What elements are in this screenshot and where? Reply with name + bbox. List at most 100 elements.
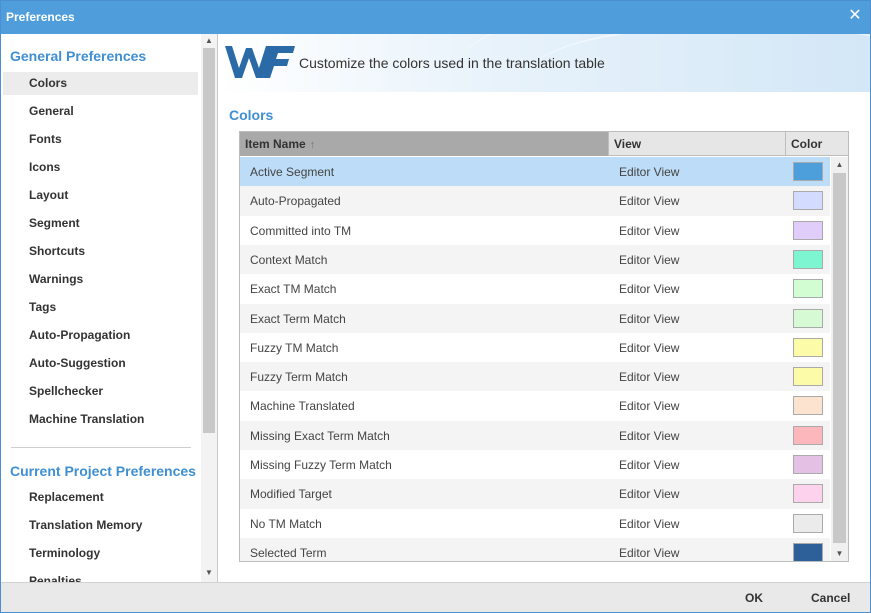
- scroll-up-arrow-icon[interactable]: ▲: [831, 158, 848, 172]
- sidebar-item-segment[interactable]: Segment: [3, 212, 198, 235]
- table-row[interactable]: Active Segment Editor View: [240, 157, 830, 187]
- table-row[interactable]: Selected Term Editor View: [240, 537, 830, 561]
- color-swatch[interactable]: [793, 337, 823, 357]
- sidebar-item-penalties[interactable]: Penalties: [3, 570, 198, 582]
- close-icon[interactable]: ✕: [846, 6, 864, 26]
- column-header-label: Item Name: [245, 137, 306, 151]
- table-row[interactable]: Committed into TM Editor View: [240, 216, 830, 245]
- table-body: Active Segment Editor View Auto-Propagated…: [240, 157, 830, 561]
- sidebar-item-colors[interactable]: Colors: [3, 72, 198, 95]
- view-cell: Editor View: [619, 340, 680, 355]
- table-scrollbar-thumb[interactable]: [833, 173, 846, 543]
- table-row[interactable]: Fuzzy TM Match Editor View: [240, 333, 830, 362]
- table-row[interactable]: Fuzzy Term Match Editor View: [240, 362, 830, 392]
- item-name-cell: Context Match: [250, 252, 328, 267]
- view-cell: Editor View: [619, 428, 680, 443]
- view-cell: Editor View: [619, 487, 680, 502]
- color-swatch[interactable]: [793, 513, 823, 533]
- sidebar-scrollbar-thumb[interactable]: [203, 48, 215, 433]
- color-swatch[interactable]: [793, 249, 823, 269]
- table-row[interactable]: Auto-Propagated Editor View: [240, 186, 830, 216]
- view-cell: Editor View: [619, 282, 680, 297]
- dialog-title: Preferences: [6, 10, 75, 24]
- table-header: Item Name ↑ View Color: [240, 132, 848, 156]
- column-header-item-name[interactable]: Item Name ↑: [240, 132, 609, 156]
- table-row[interactable]: Context Match Editor View: [240, 244, 830, 275]
- sidebar-item-auto-suggestion[interactable]: Auto-Suggestion: [3, 352, 198, 375]
- colors-panel: Customize the colors used in the transla…: [219, 34, 870, 582]
- scroll-down-arrow-icon[interactable]: ▼: [831, 547, 848, 561]
- view-cell: Editor View: [619, 516, 680, 531]
- sidebar-item-general[interactable]: General: [3, 100, 198, 123]
- item-name-cell: Modified Target: [250, 487, 332, 502]
- view-cell: Editor View: [619, 252, 680, 267]
- item-name-cell: Fuzzy TM Match: [250, 340, 339, 355]
- scroll-up-arrow-icon[interactable]: ▲: [201, 34, 217, 48]
- view-cell: Editor View: [619, 399, 680, 414]
- table-row[interactable]: No TM Match Editor View: [240, 509, 830, 538]
- item-name-cell: Missing Fuzzy Term Match: [250, 458, 392, 472]
- sidebar-divider: [11, 447, 191, 448]
- project-preferences-heading: Current Project Preferences: [10, 463, 196, 479]
- preferences-sidebar: General Preferences Colors General Fonts Ic…: [1, 34, 218, 582]
- item-name-cell: Exact TM Match: [250, 282, 337, 297]
- item-name-cell: Selected Term: [250, 545, 327, 560]
- sidebar-item-fonts[interactable]: Fonts: [3, 128, 198, 151]
- table-row[interactable]: Exact Term Match Editor View: [240, 303, 830, 333]
- column-header-label: View: [614, 137, 642, 151]
- cancel-button[interactable]: Cancel: [811, 591, 850, 605]
- column-header-label: Color: [791, 137, 823, 151]
- view-cell: Editor View: [619, 194, 680, 209]
- color-swatch[interactable]: [793, 279, 823, 299]
- page-title: Colors: [229, 107, 274, 123]
- item-name-cell: Auto-Propagated: [250, 194, 341, 209]
- color-swatch[interactable]: [793, 220, 823, 240]
- column-header-color[interactable]: Color: [786, 132, 848, 156]
- view-cell: Editor View: [619, 458, 680, 472]
- color-swatch[interactable]: [793, 308, 823, 328]
- color-swatch[interactable]: [793, 455, 823, 474]
- preferences-dialog: Preferences ✕ General Preferences Colors…: [0, 0, 871, 613]
- sidebar-item-translation-memory[interactable]: Translation Memory: [3, 514, 198, 537]
- title-bar: Preferences ✕: [1, 1, 870, 34]
- color-swatch[interactable]: [793, 367, 823, 387]
- sidebar-item-machine-translation[interactable]: Machine Translation: [3, 408, 198, 431]
- table-row[interactable]: Exact TM Match Editor View: [240, 274, 830, 303]
- view-cell: Editor View: [619, 165, 680, 179]
- item-name-cell: No TM Match: [250, 516, 322, 531]
- table-row[interactable]: Modified Target Editor View: [240, 479, 830, 509]
- sidebar-item-layout[interactable]: Layout: [3, 184, 198, 207]
- sidebar-item-warnings[interactable]: Warnings: [3, 268, 198, 291]
- color-swatch[interactable]: [793, 542, 823, 561]
- color-swatch[interactable]: [793, 484, 823, 504]
- sidebar-scrollbar[interactable]: ▲ ▼: [201, 34, 217, 582]
- sidebar-item-spellchecker[interactable]: Spellchecker: [3, 380, 198, 403]
- sidebar-item-tags[interactable]: Tags: [3, 296, 198, 319]
- table-scrollbar[interactable]: ▲ ▼: [831, 157, 848, 561]
- color-swatch[interactable]: [793, 162, 823, 181]
- table-row[interactable]: Missing Fuzzy Term Match Editor View: [240, 450, 830, 479]
- color-swatch[interactable]: [793, 191, 823, 211]
- item-name-cell: Machine Translated: [250, 399, 355, 414]
- column-header-view[interactable]: View: [609, 132, 786, 156]
- ok-button[interactable]: OK: [745, 591, 763, 605]
- general-preferences-heading: General Preferences: [10, 48, 147, 64]
- colors-table: Item Name ↑ View Color Active Segment Edit…: [239, 131, 849, 562]
- item-name-cell: Missing Exact Term Match: [250, 428, 390, 443]
- item-name-cell: Fuzzy Term Match: [250, 370, 348, 385]
- sidebar-item-replacement[interactable]: Replacement: [3, 486, 198, 509]
- sidebar-item-auto-propagation[interactable]: Auto-Propagation: [3, 324, 198, 347]
- color-swatch[interactable]: [793, 425, 823, 445]
- item-name-cell: Active Segment: [250, 165, 335, 179]
- view-cell: Editor View: [619, 545, 680, 560]
- header-banner: Customize the colors used in the transla…: [219, 34, 870, 92]
- scroll-down-arrow-icon[interactable]: ▼: [201, 566, 217, 580]
- sidebar-item-shortcuts[interactable]: Shortcuts: [3, 240, 198, 263]
- table-row[interactable]: Machine Translated Editor View: [240, 391, 830, 420]
- color-swatch[interactable]: [793, 396, 823, 416]
- sidebar-item-icons[interactable]: Icons: [3, 156, 198, 179]
- sidebar-item-terminology[interactable]: Terminology: [3, 542, 198, 565]
- view-cell: Editor View: [619, 223, 680, 238]
- view-cell: Editor View: [619, 311, 680, 326]
- table-row[interactable]: Missing Exact Term Match Editor View: [240, 420, 830, 450]
